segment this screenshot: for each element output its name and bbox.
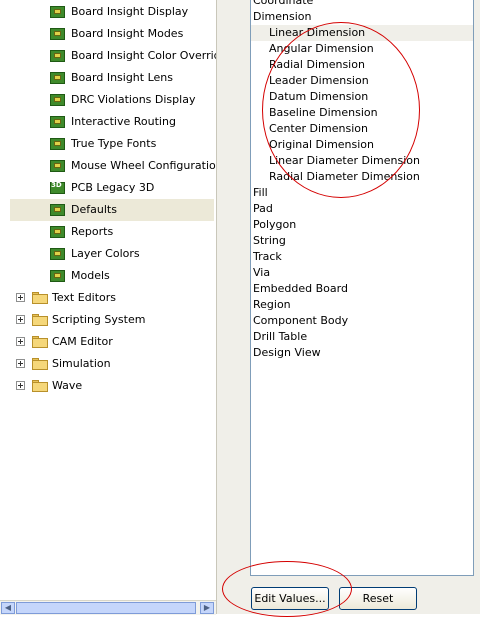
tree-item-label: PCB Legacy 3D — [71, 181, 155, 194]
list-item[interactable]: Radial Diameter Dimension — [251, 169, 473, 185]
pcb-board-icon — [50, 115, 66, 129]
tree-folder-label: Scripting System — [52, 313, 146, 326]
pcb-board-icon — [50, 49, 66, 63]
list-item[interactable]: Angular Dimension — [251, 41, 473, 57]
pcb-board-icon — [50, 71, 66, 85]
pcb-board-icon — [50, 269, 66, 283]
pcb-board-icon — [50, 27, 66, 41]
expand-plus-icon[interactable] — [16, 293, 25, 302]
folder-icon — [32, 336, 48, 348]
tree-item[interactable]: Mouse Wheel Configuration — [10, 155, 223, 177]
list-item[interactable]: Datum Dimension — [251, 89, 473, 105]
list-item[interactable]: Baseline Dimension — [251, 105, 473, 121]
list-item[interactable]: Region — [251, 297, 473, 313]
tree-item[interactable]: Board Insight Modes — [10, 23, 214, 45]
pcb-board-icon — [50, 225, 66, 239]
list-item[interactable]: Coordinate — [251, 0, 473, 9]
pcb-board-icon — [50, 137, 66, 151]
tree-item[interactable]: Models — [10, 265, 214, 287]
list-item[interactable]: Design View — [251, 345, 473, 361]
tree-folder[interactable]: Simulation — [0, 353, 214, 375]
scroll-thumb[interactable] — [16, 602, 196, 614]
list-item[interactable]: Original Dimension — [251, 137, 473, 153]
folder-icon — [32, 292, 48, 304]
list-item[interactable]: Center Dimension — [251, 121, 473, 137]
tree-item-label: Models — [71, 269, 110, 282]
tree-item-label: Reports — [71, 225, 114, 238]
tree-folder[interactable]: CAM Editor — [0, 331, 214, 353]
tree-item[interactable]: DRC Violations Display — [10, 89, 214, 111]
tree-horizontal-scrollbar[interactable]: ◀ ▶ — [0, 600, 216, 615]
tree-folder-label: CAM Editor — [52, 335, 113, 348]
expand-plus-icon[interactable] — [16, 359, 25, 368]
tree-folder[interactable]: Text Editors — [0, 287, 214, 309]
list-item[interactable]: Component Body — [251, 313, 473, 329]
tree-folder[interactable]: Wave — [0, 375, 214, 397]
list-item[interactable]: Pad — [251, 201, 473, 217]
list-item[interactable]: Dimension — [251, 9, 473, 25]
folder-icon — [32, 380, 48, 392]
primitives-list[interactable]: Coordinate Dimension Linear Dimension Angul… — [250, 0, 474, 576]
options-tree[interactable]: Board Insight Display Board Insight Modes… — [0, 0, 223, 614]
tree-item[interactable]: Board Insight Display — [10, 1, 214, 23]
tree-item-label: DRC Violations Display — [71, 93, 196, 106]
list-item[interactable]: String — [251, 233, 473, 249]
tree-folder-label: Wave — [52, 379, 83, 392]
edit-values-button[interactable]: Edit Values... — [251, 587, 329, 610]
tree-item-label: Layer Colors — [71, 247, 140, 260]
list-item[interactable]: Radial Dimension — [251, 57, 473, 73]
tree-item-label: Board Insight Display — [71, 5, 189, 18]
tree-item[interactable]: Reports — [10, 221, 214, 243]
tree-item[interactable]: Layer Colors — [10, 243, 214, 265]
list-item[interactable]: Linear Diameter Dimension — [251, 153, 473, 169]
tree-folder-label: Text Editors — [52, 291, 117, 304]
tree-item-label: Mouse Wheel Configuration — [71, 159, 223, 172]
tree-item-label: Board Insight Lens — [71, 71, 173, 84]
scroll-right-icon[interactable]: ▶ — [200, 602, 214, 614]
list-item[interactable]: Leader Dimension — [251, 73, 473, 89]
scroll-left-icon[interactable]: ◀ — [1, 602, 15, 614]
expand-plus-icon[interactable] — [16, 381, 25, 390]
tree-item[interactable]: Defaults — [10, 199, 214, 221]
folder-icon — [32, 314, 48, 326]
tree-item-label: Defaults — [71, 203, 117, 216]
list-item[interactable]: Via — [251, 265, 473, 281]
reset-button[interactable]: Reset — [339, 587, 417, 610]
folder-icon — [32, 358, 48, 370]
tree-item-label: Board Insight Color Overrid — [71, 49, 221, 62]
pcb-board-icon — [50, 159, 66, 173]
list-item[interactable]: Polygon — [251, 217, 473, 233]
tree-item-label: True Type Fonts — [71, 137, 157, 150]
expand-plus-icon[interactable] — [16, 315, 25, 324]
tree-item[interactable]: Board Insight Color Overrid — [10, 45, 221, 67]
expand-plus-icon[interactable] — [16, 337, 25, 346]
tree-item-label: Interactive Routing — [71, 115, 176, 128]
pcb-board-icon — [50, 247, 66, 261]
tree-item[interactable]: Interactive Routing — [10, 111, 214, 133]
tree-item[interactable]: 3D PCB Legacy 3D — [10, 177, 214, 199]
tree-item-label: Board Insight Modes — [71, 27, 184, 40]
pcb-board-icon — [50, 203, 66, 217]
tree-item[interactable]: Board Insight Lens — [10, 67, 214, 89]
list-item[interactable]: Fill — [251, 185, 473, 201]
tree-folder[interactable]: Scripting System — [0, 309, 214, 331]
list-item[interactable]: Track — [251, 249, 473, 265]
tree-folder-label: Simulation — [52, 357, 111, 370]
pcb-board-icon — [50, 5, 66, 19]
tree-item[interactable]: True Type Fonts — [10, 133, 214, 155]
pcb-3d-icon: 3D — [50, 181, 66, 195]
list-item[interactable]: Embedded Board — [251, 281, 473, 297]
list-item[interactable]: Drill Table — [251, 329, 473, 345]
list-item[interactable]: Linear Dimension — [251, 25, 473, 41]
pcb-board-icon — [50, 93, 66, 107]
